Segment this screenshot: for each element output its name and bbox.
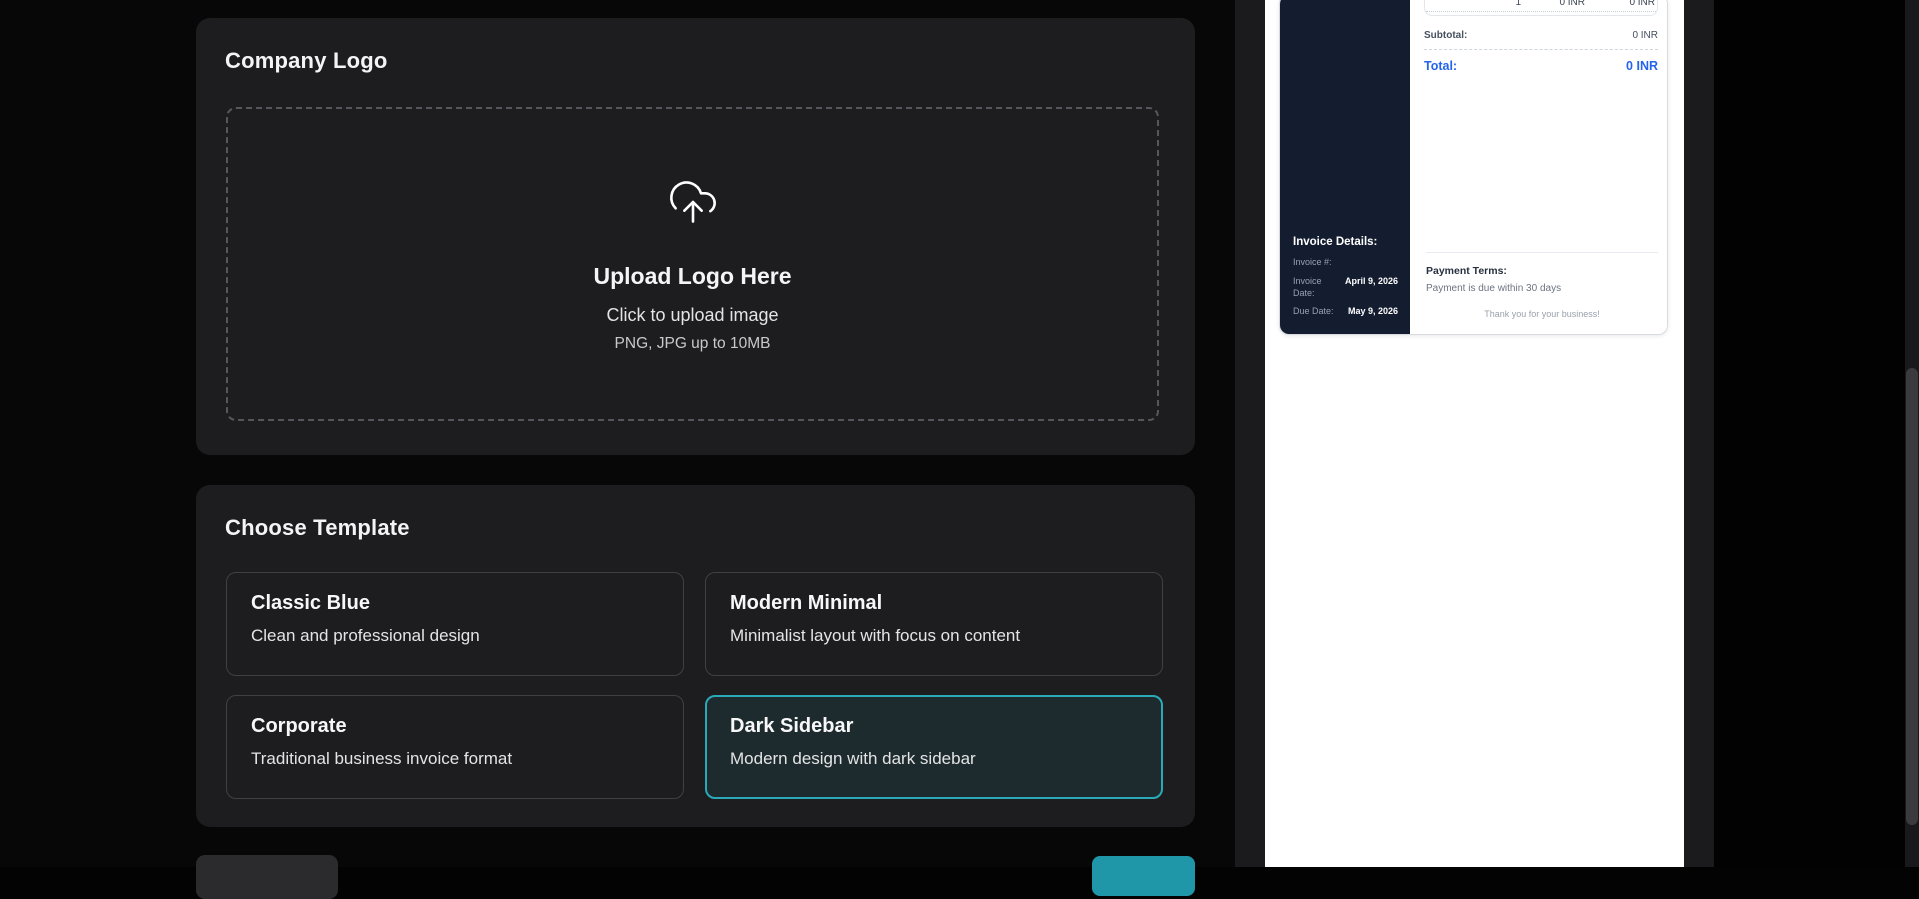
invoice-preview: Invoice Details: Invoice #: Invoice Date…	[1279, 0, 1668, 335]
invoice-details-title: Invoice Details:	[1293, 236, 1398, 248]
invoice-number-label: Invoice #:	[1293, 257, 1332, 269]
invoice-body: 1 0 INR 0 INR Subtotal: 0 INR Total: 0 I…	[1410, 0, 1667, 334]
template-option-corporate[interactable]: Corporate Traditional business invoice f…	[226, 695, 684, 799]
right-background	[1714, 0, 1905, 867]
invoice-number-row: Invoice #:	[1293, 257, 1398, 269]
invoice-date-value: April 9, 2026	[1345, 276, 1398, 299]
payment-terms-text: Payment is due within 30 days	[1426, 283, 1658, 294]
upload-subtitle: Click to upload image	[606, 305, 778, 326]
template-description: Traditional business invoice format	[251, 749, 659, 769]
thank-you-note: Thank you for your business!	[1426, 309, 1658, 319]
template-name: Modern Minimal	[730, 592, 1138, 615]
due-date-row: Due Date: May 9, 2026	[1293, 306, 1398, 318]
items-divider	[1426, 11, 1656, 12]
template-option-classic-blue[interactable]: Classic Blue Clean and professional desi…	[226, 572, 684, 676]
invoice-date-label: Invoice Date:	[1293, 276, 1343, 299]
upload-hint: PNG, JPG up to 10MB	[615, 335, 771, 353]
template-description: Clean and professional design	[251, 626, 659, 646]
company-logo-title: Company Logo	[196, 18, 1195, 74]
payment-divider	[1426, 252, 1658, 253]
invoice-date-row: Invoice Date: April 9, 2026	[1293, 276, 1398, 299]
bottom-right-button[interactable]	[1092, 856, 1195, 896]
payment-terms-section: Payment Terms: Payment is due within 30 …	[1426, 252, 1658, 319]
choose-template-title: Choose Template	[196, 485, 1195, 541]
due-date-value: May 9, 2026	[1348, 306, 1398, 318]
subtotal-row: Subtotal: 0 INR	[1424, 30, 1658, 41]
cloud-upload-icon	[667, 176, 719, 233]
subtotal-label: Subtotal:	[1424, 30, 1467, 41]
total-label: Total:	[1424, 59, 1457, 73]
choose-template-card: Choose Template Classic Blue Clean and p…	[196, 485, 1195, 827]
scrollbar-thumb[interactable]	[1906, 368, 1918, 825]
right-pane-gutter	[1684, 0, 1714, 867]
payment-terms-title: Payment Terms:	[1426, 265, 1658, 277]
template-option-modern-minimal[interactable]: Modern Minimal Minimalist layout with fo…	[705, 572, 1163, 676]
bottom-left-button[interactable]	[196, 855, 338, 899]
template-name: Dark Sidebar	[730, 715, 1138, 738]
upload-title: Upload Logo Here	[593, 263, 791, 290]
template-description: Minimalist layout with focus on content	[730, 626, 1138, 646]
left-pane-gutter	[1235, 0, 1265, 867]
item-rate: 0 INR	[1521, 0, 1585, 8]
item-qty: 1	[1425, 0, 1521, 8]
invoice-items-table: 1 0 INR 0 INR	[1424, 0, 1658, 16]
template-option-dark-sidebar[interactable]: Dark Sidebar Modern design with dark sid…	[705, 695, 1163, 799]
totals-divider	[1424, 49, 1658, 50]
invoice-totals: Subtotal: 0 INR Total: 0 INR	[1424, 30, 1658, 73]
invoice-sidebar: Invoice Details: Invoice #: Invoice Date…	[1280, 0, 1410, 334]
template-name: Corporate	[251, 715, 659, 738]
item-amount: 0 INR	[1585, 0, 1655, 8]
invoice-preview-pane: Invoice Details: Invoice #: Invoice Date…	[1265, 0, 1684, 867]
logo-upload-dropzone[interactable]: Upload Logo Here Click to upload image P…	[226, 107, 1159, 421]
company-logo-card: Company Logo Upload Logo Here Click to u…	[196, 18, 1195, 455]
due-date-label: Due Date:	[1293, 306, 1334, 318]
template-grid: Classic Blue Clean and professional desi…	[226, 572, 1163, 799]
page-scrollbar[interactable]	[1905, 0, 1919, 867]
form-pane: Company Logo Upload Logo Here Click to u…	[0, 0, 1235, 867]
template-name: Classic Blue	[251, 592, 659, 615]
invoice-item-row: 1 0 INR 0 INR	[1425, 0, 1657, 11]
subtotal-value: 0 INR	[1632, 30, 1658, 41]
template-description: Modern design with dark sidebar	[730, 749, 1138, 769]
total-value: 0 INR	[1626, 59, 1658, 73]
total-row: Total: 0 INR	[1424, 59, 1658, 73]
